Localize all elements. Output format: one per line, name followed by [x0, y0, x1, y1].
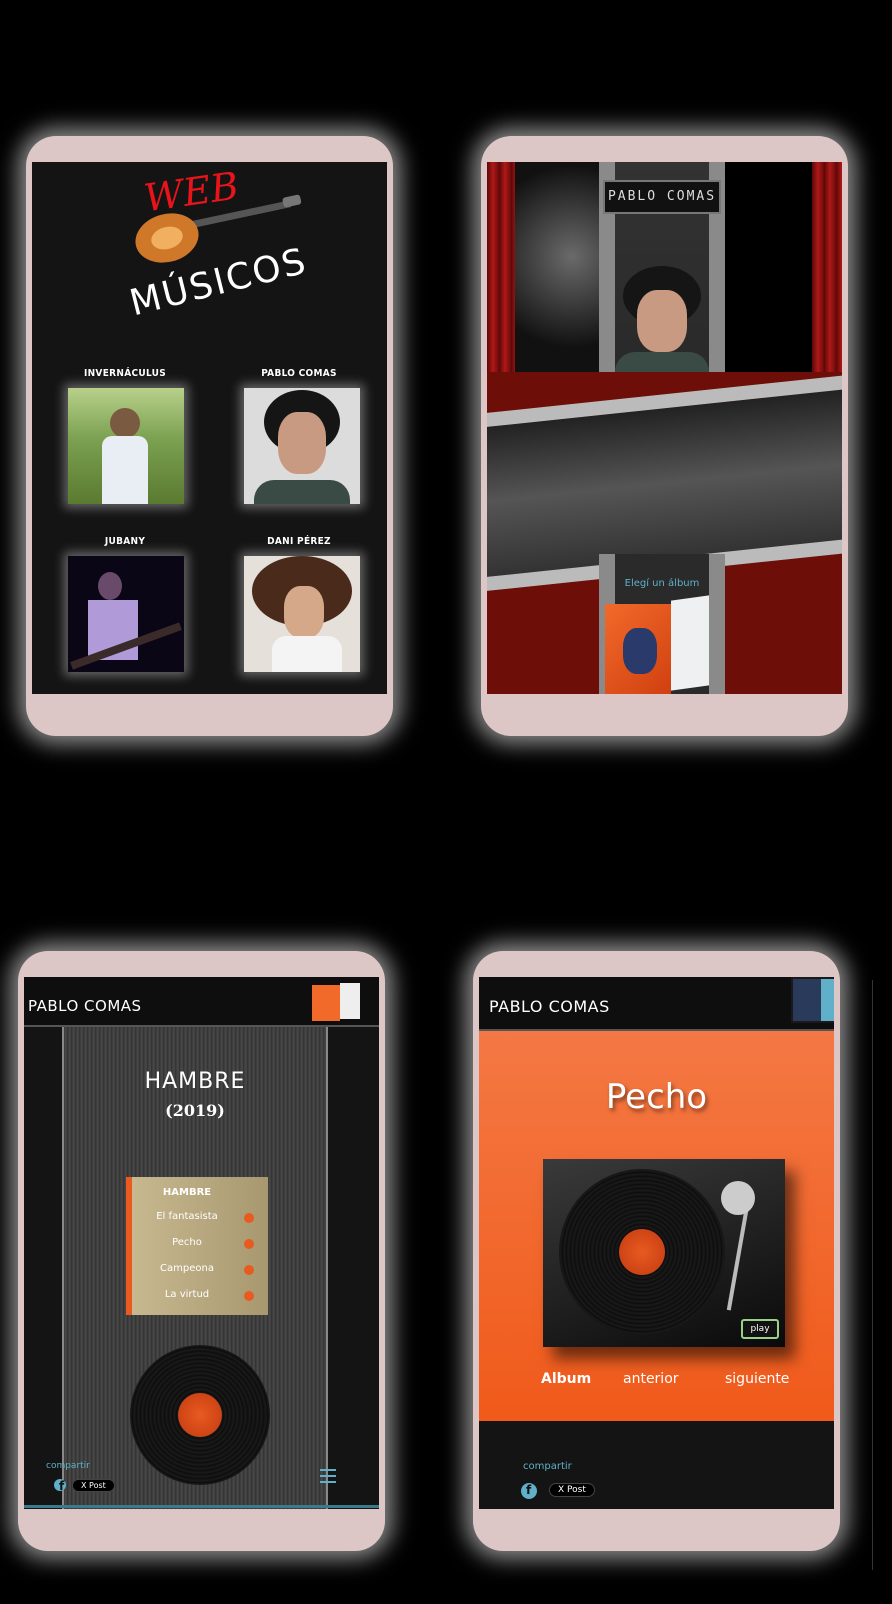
- artist-portrait: [615, 266, 709, 372]
- artist-photo-pablo-comas[interactable]: [244, 388, 360, 504]
- home-screen: WEB MÚSICOS INVERNÁCULUS PABLO COMAS JUB…: [32, 162, 387, 694]
- play-track-icon[interactable]: [244, 1265, 254, 1275]
- device-frame-artist-stage: PABLO COMAS Elegí un álbum: [481, 136, 848, 736]
- album-year: (2019): [165, 1101, 225, 1120]
- curtain-right: [812, 162, 842, 372]
- x-post-button[interactable]: X Post: [549, 1483, 595, 1497]
- track-la-virtud[interactable]: La virtud: [132, 1289, 242, 1300]
- artist-name-pablo-comas: PABLO COMAS: [261, 368, 337, 379]
- hamburger-menu-icon[interactable]: [320, 1469, 336, 1483]
- nav-album-link[interactable]: Album: [541, 1371, 591, 1387]
- artist-name-jubany: JUBANY: [104, 536, 146, 547]
- album-cube-button[interactable]: [605, 595, 709, 694]
- x-post-button[interactable]: X Post: [72, 1479, 115, 1492]
- player-screen: PABLO COMAS Pecho play Album anterior si…: [479, 977, 834, 1509]
- player-area: Pecho play Album anterior siguiente: [479, 1031, 834, 1421]
- play-track-icon[interactable]: [244, 1291, 254, 1301]
- right-edge-line: [872, 980, 873, 1570]
- play-track-icon[interactable]: [244, 1239, 254, 1249]
- turntable: play: [543, 1159, 785, 1347]
- nav-next-link[interactable]: siguiente: [725, 1371, 789, 1387]
- artist-photo-invernaculus[interactable]: [68, 388, 184, 504]
- artist-stage-screen: PABLO COMAS Elegí un álbum: [487, 162, 842, 694]
- track-campeona[interactable]: Campeona: [132, 1263, 242, 1274]
- track-pecho[interactable]: Pecho: [132, 1237, 242, 1248]
- header-album-thumbnail[interactable]: [791, 977, 834, 1023]
- device-frame-home: WEB MÚSICOS INVERNÁCULUS PABLO COMAS JUB…: [26, 136, 393, 736]
- header-title[interactable]: PABLO COMAS: [28, 997, 142, 1015]
- bottom-divider: [24, 1505, 379, 1508]
- header-bar: PABLO COMAS: [479, 977, 834, 1031]
- header-bar: PABLO COMAS: [24, 977, 379, 1027]
- artist-photo-jubany[interactable]: [68, 556, 184, 672]
- header-title[interactable]: PABLO COMAS: [489, 997, 610, 1016]
- artist-name-dani-perez: DANI PÉREZ: [267, 536, 331, 547]
- album-title: HAMBRE: [144, 1069, 246, 1094]
- artist-photo-dani-perez[interactable]: [244, 556, 360, 672]
- artist-sign: PABLO COMAS: [603, 180, 721, 214]
- tracklist-heading: HAMBRE: [162, 1187, 212, 1198]
- nav-prev-link[interactable]: anterior: [623, 1371, 679, 1387]
- header-album-thumbnail[interactable]: [312, 983, 360, 1021]
- curtain-left: [487, 162, 515, 372]
- share-label: compartir: [46, 1461, 90, 1471]
- song-title: Pecho: [605, 1077, 708, 1117]
- vinyl-label: [178, 1393, 222, 1437]
- track-el-fantasista[interactable]: El fantasista: [132, 1211, 242, 1222]
- choose-album-prompt: Elegí un álbum: [624, 578, 700, 589]
- site-logo[interactable]: WEB MÚSICOS: [122, 164, 312, 336]
- album-panel: HAMBRE (2019) HAMBRE El fantasista Pecho…: [62, 1027, 328, 1509]
- artist-name-invernaculus: INVERNÁCULUS: [83, 368, 167, 379]
- play-button[interactable]: play: [741, 1319, 779, 1339]
- device-frame-album: PABLO COMAS HAMBRE (2019) HAMBRE El fant…: [18, 951, 385, 1551]
- tracklist-card: HAMBRE El fantasista Pecho Campeona La v…: [126, 1177, 268, 1315]
- facebook-icon[interactable]: [54, 1479, 66, 1493]
- turntable-label: [619, 1229, 665, 1275]
- device-frame-player: PABLO COMAS Pecho play Album anterior si…: [473, 951, 840, 1551]
- tonearm-pivot: [721, 1181, 755, 1215]
- play-track-icon[interactable]: [244, 1213, 254, 1223]
- share-label: compartir: [523, 1461, 572, 1472]
- facebook-icon[interactable]: [521, 1483, 537, 1499]
- album-screen: PABLO COMAS HAMBRE (2019) HAMBRE El fant…: [24, 977, 379, 1509]
